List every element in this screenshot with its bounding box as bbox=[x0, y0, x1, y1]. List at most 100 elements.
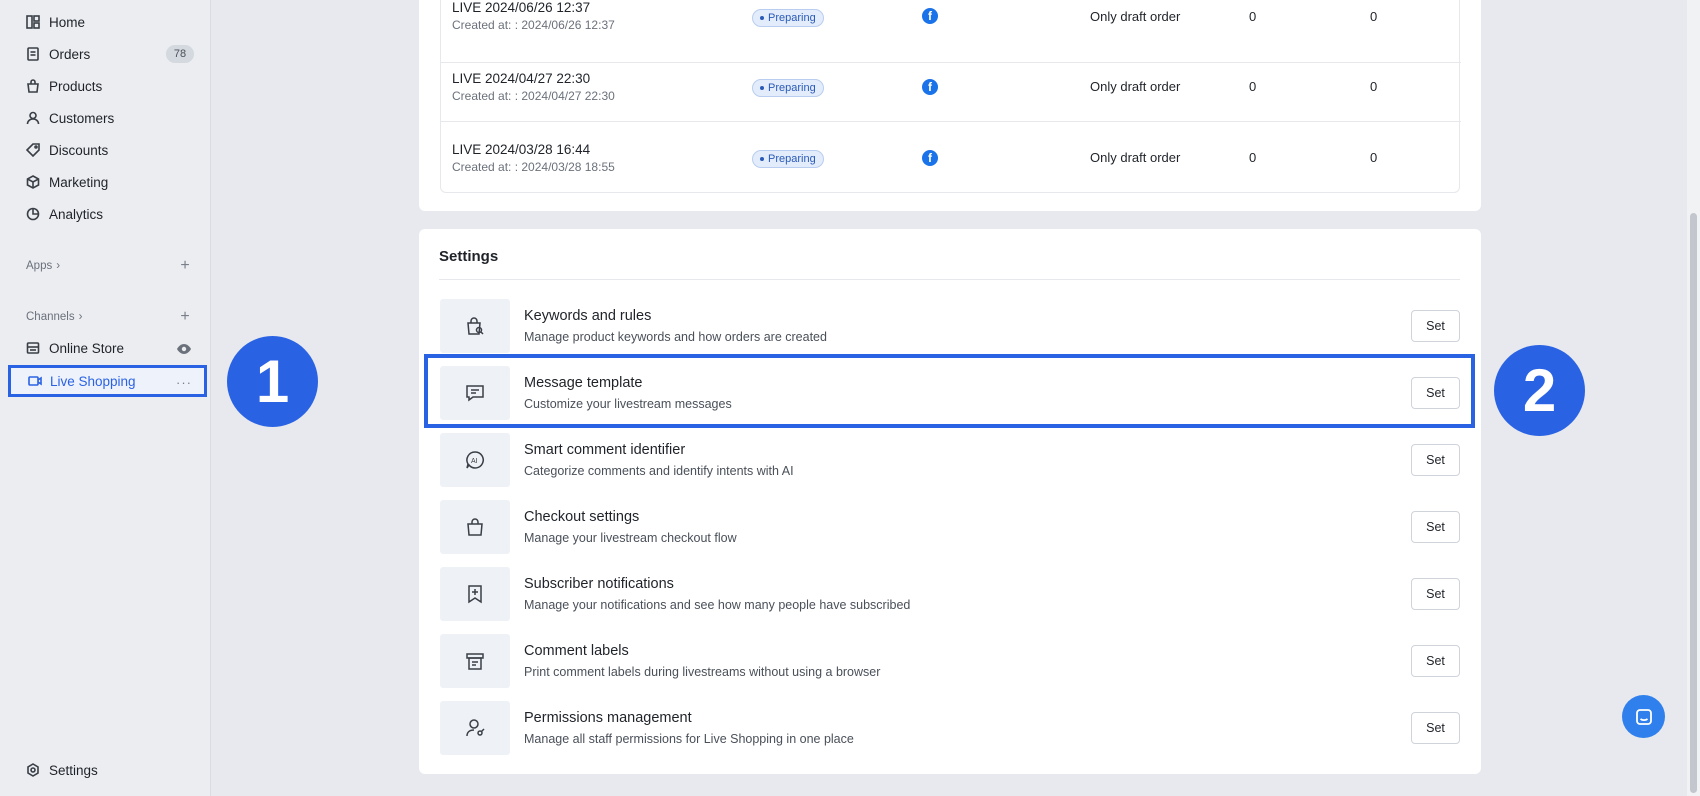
status-badge: Preparing bbox=[752, 79, 824, 97]
settings-item-title: Checkout settings bbox=[524, 509, 640, 525]
plus-icon: + bbox=[180, 257, 190, 274]
nav-item-home[interactable]: Home bbox=[26, 11, 85, 33]
video-icon bbox=[28, 376, 42, 386]
count-value: 0 bbox=[1370, 150, 1378, 165]
nav-item-analytics[interactable]: Analytics bbox=[26, 203, 103, 225]
printer-icon bbox=[440, 634, 510, 688]
nav-item-settings[interactable]: Settings bbox=[26, 759, 98, 781]
table-row[interactable]: LIVE 2024/03/28 16:44 Created at: : 2024… bbox=[441, 122, 1461, 193]
settings-item-title: Permissions management bbox=[524, 710, 692, 726]
stream-created: Created at: : 2024/06/26 12:37 bbox=[452, 18, 615, 32]
nav-item-products[interactable]: Products bbox=[26, 75, 102, 97]
pie-icon bbox=[26, 207, 40, 221]
live-streams-table: LIVE 2024/06/26 12:37 Created at: : 2024… bbox=[440, 0, 1461, 193]
nav-item-orders[interactable]: Orders bbox=[26, 43, 90, 65]
channel-live-shopping[interactable]: Live Shopping ··· bbox=[8, 365, 207, 397]
add-app-button[interactable]: + bbox=[178, 257, 192, 274]
settings-item-desc: Categorize comments and identify intents… bbox=[524, 464, 794, 478]
step-marker-2: 2 bbox=[1494, 345, 1585, 436]
nav-label: Orders bbox=[49, 46, 91, 62]
user-key-icon bbox=[440, 701, 510, 755]
order-type: Only draft order bbox=[1090, 150, 1181, 165]
status-badge: Preparing bbox=[752, 9, 824, 27]
home-icon bbox=[26, 15, 40, 29]
set-button[interactable]: Set bbox=[1411, 645, 1460, 677]
count-value: 0 bbox=[1249, 79, 1257, 94]
nav-label: Settings bbox=[49, 762, 98, 778]
bookmark-plus-icon bbox=[440, 567, 510, 621]
count-value: 0 bbox=[1370, 9, 1378, 24]
settings-item-comment-labels: Comment labels Print comment labels duri… bbox=[440, 634, 1460, 688]
divider bbox=[439, 279, 1460, 280]
stream-created: Created at: : 2024/04/27 22:30 bbox=[452, 89, 615, 103]
count-value: 0 bbox=[1249, 9, 1257, 24]
channels-label: Channels bbox=[26, 311, 75, 323]
orders-icon bbox=[26, 47, 40, 61]
set-button[interactable]: Set bbox=[1411, 444, 1460, 476]
settings-item-subscriber: Subscriber notifications Manage your not… bbox=[440, 567, 1460, 621]
chat-launcher-button[interactable] bbox=[1622, 695, 1665, 738]
chat-icon bbox=[1635, 708, 1652, 725]
settings-item-permissions: Permissions management Manage all staff … bbox=[440, 701, 1460, 755]
bag-icon bbox=[26, 79, 40, 93]
set-button[interactable]: Set bbox=[1411, 310, 1460, 342]
person-icon bbox=[26, 111, 40, 125]
orders-count-badge: 78 bbox=[166, 45, 194, 63]
settings-item-desc: Manage all staff permissions for Live Sh… bbox=[524, 732, 854, 746]
table-row[interactable]: LIVE 2024/04/27 22:30 Created at: : 2024… bbox=[441, 51, 1461, 122]
count-value: 0 bbox=[1370, 79, 1378, 94]
stream-created: Created at: : 2024/03/28 18:55 bbox=[452, 160, 615, 174]
scrollbar-thumb[interactable] bbox=[1690, 213, 1697, 793]
ai-chat-icon: AI bbox=[440, 433, 510, 487]
add-channel-button[interactable]: + bbox=[178, 308, 192, 325]
settings-item-desc: Print comment labels during livestreams … bbox=[524, 665, 881, 679]
settings-item-title: Subscriber notifications bbox=[524, 576, 674, 592]
channel-label: Live Shopping bbox=[50, 373, 136, 389]
facebook-icon: f bbox=[922, 150, 938, 166]
facebook-icon: f bbox=[922, 79, 938, 95]
channel-label: Online Store bbox=[49, 340, 125, 356]
nav-label: Products bbox=[49, 78, 103, 94]
gear-icon bbox=[26, 763, 40, 777]
eye-icon[interactable] bbox=[176, 341, 192, 357]
facebook-icon: f bbox=[922, 8, 938, 24]
chevron-right-icon: › bbox=[56, 260, 61, 272]
plus-icon: + bbox=[180, 308, 190, 325]
cube-icon bbox=[26, 175, 40, 189]
settings-item-title: Keywords and rules bbox=[524, 308, 652, 324]
nav-label: Analytics bbox=[49, 206, 104, 222]
settings-item-desc: Manage product keywords and how orders a… bbox=[524, 330, 827, 344]
count-value: 0 bbox=[1249, 150, 1257, 165]
settings-item-smart-comment: AI Smart comment identifier Categorize c… bbox=[440, 433, 1460, 487]
apps-label: Apps bbox=[26, 260, 53, 272]
nav-item-customers[interactable]: Customers bbox=[26, 107, 114, 129]
set-button[interactable]: Set bbox=[1411, 578, 1460, 610]
step-marker-1: 1 bbox=[227, 336, 318, 427]
nav-label: Marketing bbox=[49, 174, 109, 190]
settings-item-desc: Manage your livestream checkout flow bbox=[524, 531, 737, 545]
more-options-icon[interactable]: ··· bbox=[176, 375, 192, 390]
channel-online-store[interactable]: Online Store bbox=[26, 337, 124, 359]
highlight-frame bbox=[424, 354, 1475, 428]
store-icon bbox=[26, 341, 40, 355]
nav-label: Home bbox=[49, 14, 86, 30]
sidebar: Home Orders 78 Products Customers Discou… bbox=[0, 0, 211, 796]
live-streams-card: LIVE 2024/06/26 12:37 Created at: : 2024… bbox=[419, 0, 1481, 211]
settings-item-title: Comment labels bbox=[524, 643, 629, 659]
nav-item-discounts[interactable]: Discounts bbox=[26, 139, 108, 161]
set-button[interactable]: Set bbox=[1411, 511, 1460, 543]
settings-item-desc: Manage your notifications and see how ma… bbox=[524, 598, 911, 612]
settings-item-title: Smart comment identifier bbox=[524, 442, 686, 458]
set-button[interactable]: Set bbox=[1411, 712, 1460, 744]
stream-title: LIVE 2024/04/27 22:30 bbox=[452, 71, 591, 86]
stream-title: LIVE 2024/03/28 16:44 bbox=[452, 142, 591, 157]
settings-heading: Settings bbox=[439, 248, 499, 265]
channels-section-toggle[interactable]: Channels › bbox=[26, 311, 82, 323]
nav-item-marketing[interactable]: Marketing bbox=[26, 171, 108, 193]
tag-icon bbox=[26, 143, 40, 157]
settings-item-checkout: Checkout settings Manage your livestream… bbox=[440, 500, 1460, 554]
bag-search-icon bbox=[440, 299, 510, 353]
apps-section-toggle[interactable]: Apps › bbox=[26, 260, 60, 272]
nav-label: Customers bbox=[49, 110, 115, 126]
svg-text:AI: AI bbox=[471, 458, 478, 465]
